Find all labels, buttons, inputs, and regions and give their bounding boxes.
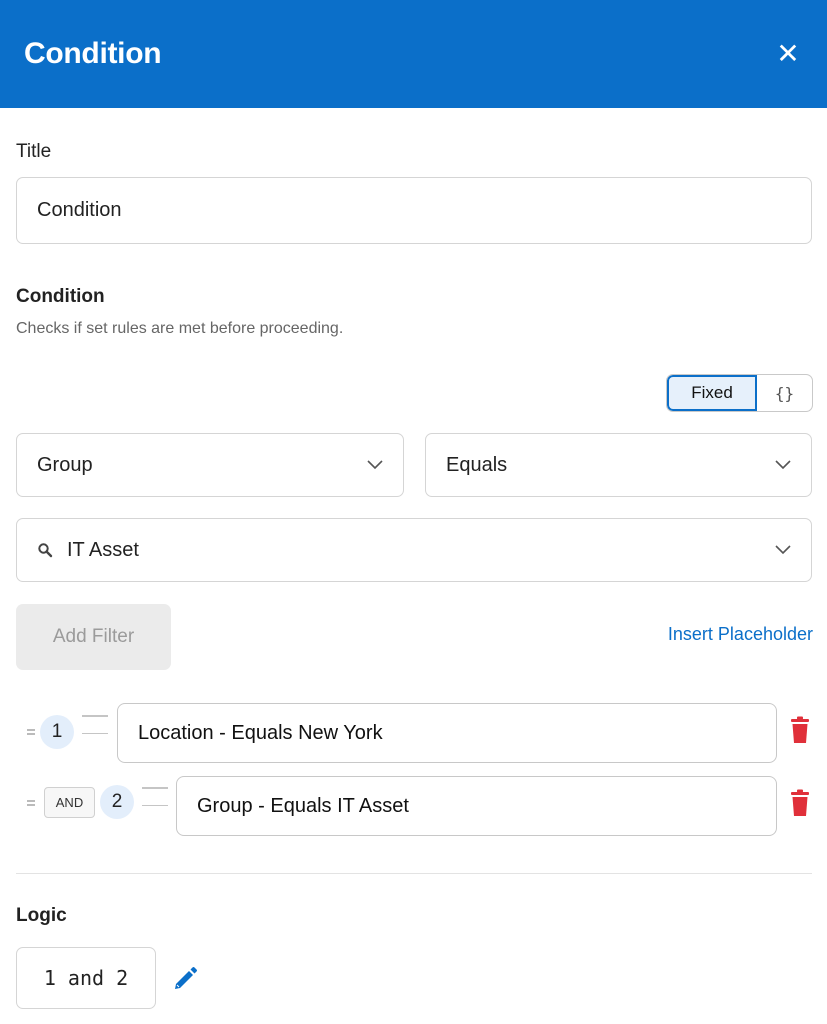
- chevron-down-icon: [775, 460, 791, 470]
- operator-select-value: Equals: [446, 453, 508, 476]
- logic-expression: 1 and 2: [16, 947, 156, 1009]
- connector-line: [82, 715, 108, 750]
- chevron-down-icon: [775, 545, 791, 555]
- logic-heading: Logic: [16, 905, 67, 926]
- section-divider: [16, 873, 812, 874]
- field-select-value: Group: [37, 453, 93, 476]
- field-select[interactable]: Group: [16, 433, 404, 497]
- conjunction-badge[interactable]: AND: [44, 787, 95, 818]
- filter-rule-text: Group - Equals IT Asset: [197, 794, 409, 817]
- chevron-down-icon: [367, 460, 383, 470]
- value-select-value: IT Asset: [67, 538, 139, 561]
- condition-heading: Condition: [16, 286, 105, 307]
- connector-line: [142, 787, 168, 822]
- condition-description: Checks if set rules are met before proce…: [16, 320, 344, 337]
- title-input-value: Condition: [37, 199, 122, 221]
- fixed-mode-button[interactable]: Fixed: [667, 375, 757, 411]
- operator-select[interactable]: Equals: [425, 433, 812, 497]
- trash-icon[interactable]: [789, 789, 811, 817]
- add-filter-button[interactable]: Add Filter: [16, 604, 171, 670]
- modal-header: Condition ✕: [0, 0, 827, 108]
- search-icon: [38, 543, 53, 558]
- pencil-edit-icon[interactable]: [172, 965, 198, 991]
- title-label: Title: [16, 141, 52, 162]
- value-select-content: IT Asset: [37, 539, 139, 562]
- mode-toggle: Fixed {}: [666, 374, 813, 412]
- value-select[interactable]: IT Asset: [16, 518, 812, 582]
- filter-rule-2[interactable]: Group - Equals IT Asset: [176, 776, 777, 836]
- filter-rule-text: Location - Equals New York: [138, 721, 383, 744]
- drag-handle-icon[interactable]: [27, 729, 35, 735]
- title-input[interactable]: Condition: [16, 177, 812, 244]
- filter-index-badge: 2: [100, 785, 134, 819]
- modal-title: Condition: [24, 37, 162, 70]
- filter-rule-1[interactable]: Location - Equals New York: [117, 703, 777, 763]
- drag-handle-icon[interactable]: [27, 800, 35, 806]
- code-mode-button[interactable]: {}: [757, 375, 812, 411]
- trash-icon[interactable]: [789, 716, 811, 744]
- close-icon[interactable]: ✕: [773, 40, 803, 68]
- filter-index-badge: 1: [40, 715, 74, 749]
- insert-placeholder-link[interactable]: Insert Placeholder: [668, 624, 813, 645]
